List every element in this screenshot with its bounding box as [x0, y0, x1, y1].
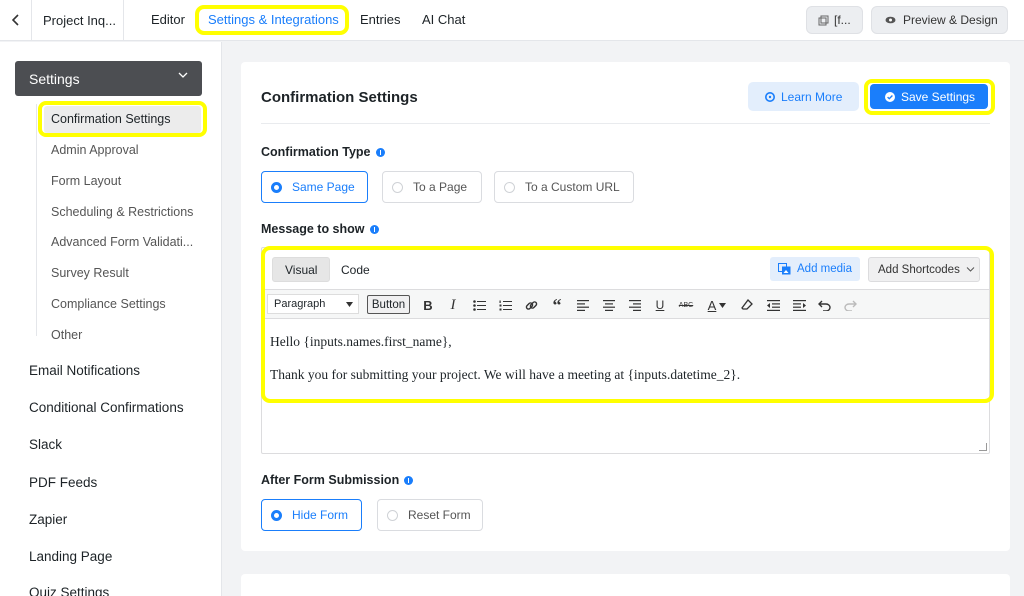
radio-hide-form[interactable]: Hide Form	[261, 499, 362, 531]
sidebar-subitem-validation[interactable]: Advanced Form Validati...	[51, 235, 193, 249]
info-icon[interactable]	[404, 475, 414, 485]
radio-custom-url-label: To a Custom URL	[525, 180, 620, 194]
preview-design-button[interactable]: Preview & Design	[871, 6, 1008, 34]
save-settings-label: Save Settings	[901, 89, 976, 104]
preview-label: Preview & Design	[903, 13, 998, 27]
copy-icon	[818, 15, 829, 25]
sidebar-item-quiz[interactable]: Quiz Settings	[29, 585, 109, 596]
confirmation-type-text: Confirmation Type	[261, 145, 371, 159]
radio-dot	[504, 181, 515, 193]
radio-hide-form-label: Hide Form	[292, 508, 349, 522]
sidebar-subitem-other[interactable]: Other	[51, 328, 82, 342]
tab-entries[interactable]: Entries	[360, 11, 400, 31]
confirmation-card: Confirmation Settings Learn More Save Se…	[241, 62, 1010, 551]
sidebar-item-landing[interactable]: Landing Page	[29, 549, 112, 564]
sidebar-item-slack[interactable]: Slack	[29, 437, 62, 452]
settings-dropdown[interactable]: Settings	[15, 61, 202, 96]
radio-reset-form[interactable]: Reset Form	[377, 499, 483, 531]
info-icon[interactable]	[375, 147, 385, 157]
sidebar-subitem-admin-approval[interactable]: Admin Approval	[51, 143, 139, 157]
radio-dot	[387, 509, 398, 521]
after-submit-label: After Form Submission	[261, 473, 414, 487]
sidebar-subitem-survey[interactable]: Survey Result	[51, 266, 129, 280]
sidebar: Settings Confirmation Settings Admin App…	[0, 42, 222, 596]
message-label-text: Message to show	[261, 222, 365, 236]
learn-more-button[interactable]: Learn More	[748, 82, 859, 111]
sidebar-item-zapier[interactable]: Zapier	[29, 512, 67, 527]
shortcode-button[interactable]: [f...	[806, 6, 863, 34]
tab-ai-chat[interactable]: AI Chat	[422, 11, 465, 31]
highlight-box	[195, 5, 349, 35]
info-icon[interactable]	[369, 224, 379, 234]
sidebar-item-conditional[interactable]: Conditional Confirmations	[29, 400, 184, 415]
check-circle-icon	[885, 91, 895, 102]
radio-same-page[interactable]: Same Page	[261, 171, 368, 203]
info-icon	[765, 91, 775, 102]
sidebar-item-pdf[interactable]: PDF Feeds	[29, 475, 97, 490]
sidebar-subitem-form-layout[interactable]: Form Layout	[51, 174, 121, 188]
learn-more-label: Learn More	[781, 89, 843, 104]
next-card	[241, 574, 1010, 596]
divider	[261, 123, 990, 124]
radio-to-a-page[interactable]: To a Page	[382, 171, 482, 203]
top-bar: Project Inq... Editor Settings & Integra…	[0, 0, 1024, 41]
message-label: Message to show	[261, 222, 379, 236]
eye-icon	[885, 16, 896, 24]
radio-dot	[271, 509, 282, 521]
sidebar-subitem-compliance[interactable]: Compliance Settings	[51, 297, 166, 311]
after-submit-text: After Form Submission	[261, 473, 400, 487]
tab-editor[interactable]: Editor	[151, 11, 185, 31]
radio-same-page-label: Same Page	[292, 180, 355, 194]
radio-dot	[392, 181, 403, 193]
shortcode-label: [f...	[834, 13, 851, 27]
radio-dot	[271, 181, 282, 193]
chevron-down-icon	[178, 72, 188, 78]
highlight-box	[261, 246, 994, 403]
save-settings-button[interactable]: Save Settings	[870, 84, 988, 109]
page-title: Confirmation Settings	[261, 89, 418, 106]
sidebar-subitem-confirmation[interactable]: Confirmation Settings	[51, 112, 171, 126]
sidebar-subitem-scheduling[interactable]: Scheduling & Restrictions	[51, 205, 193, 219]
submenu-line	[36, 104, 37, 336]
resize-handle[interactable]	[979, 443, 987, 451]
project-name[interactable]: Project Inq...	[32, 0, 124, 40]
confirmation-type-label: Confirmation Type	[261, 145, 385, 159]
back-icon[interactable]	[0, 0, 32, 40]
radio-to-a-page-label: To a Page	[413, 180, 468, 194]
radio-reset-form-label: Reset Form	[408, 508, 471, 522]
settings-dropdown-label: Settings	[29, 70, 80, 87]
sidebar-item-email[interactable]: Email Notifications	[29, 363, 140, 378]
radio-custom-url[interactable]: To a Custom URL	[494, 171, 634, 203]
